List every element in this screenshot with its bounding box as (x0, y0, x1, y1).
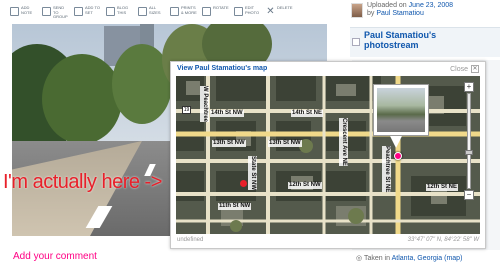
satellite-map (176, 76, 480, 234)
edit-icon (234, 7, 243, 16)
group-icon (42, 7, 51, 16)
photo-toolbar: Add Note Send to Group Add to Set Blog This… (10, 5, 296, 24)
street-label-14th: 14th St NW (210, 110, 244, 117)
sizes-icon (138, 7, 147, 16)
map-coordinates: 33°47' 07" N, 84°22' 58" W (407, 237, 479, 243)
close-label: Close (450, 65, 468, 73)
photostream-panel: Paul Stamatiou's photostream (350, 27, 500, 57)
toolbar-item-prints[interactable]: Prints & More (170, 5, 197, 24)
photostream-title-line2: photostream (364, 40, 419, 50)
zoom-slider-knob[interactable] (465, 150, 473, 155)
location-pin-icon[interactable] (394, 152, 402, 160)
street-label-13th-b: 13th St NW (268, 140, 302, 147)
map-area[interactable]: 14th St NW 14th St NE 13th St NW 13th St… (176, 76, 480, 234)
rotate-icon (202, 7, 211, 16)
taken-in-icon: ◎ (356, 255, 363, 262)
toolbar-item-label: Delete (277, 5, 293, 10)
map-popup: View Paul Stamatiou's map Close ✕ 14th S… (170, 61, 486, 249)
toolbar-item-label: Add Note (21, 5, 33, 15)
toolbar-item-set[interactable]: Add to Set (74, 5, 101, 24)
thumbnail-pointer (390, 136, 402, 148)
photostream-title-line1: Paul Stamatiou's (364, 30, 437, 40)
toolbar-item-label: Rotate (213, 5, 229, 10)
map-footer-status: undefined (177, 237, 204, 243)
street-label-spring: W Peachtree (200, 86, 209, 123)
toolbar-item-label: Blog This (117, 5, 129, 15)
zoom-slider[interactable] (465, 93, 473, 189)
street-label-12th: 12th St NW (288, 182, 322, 189)
uploaded-on-label: Uploaded on (367, 2, 407, 9)
street-label-14th-ne: 14th St NE (291, 110, 324, 117)
avatar[interactable] (351, 3, 363, 18)
toolbar-item-label: Prints & More (181, 5, 197, 15)
street-label-11th: 11th St NW (218, 203, 252, 210)
street-label-crescent: Crescent Ave NE (339, 118, 348, 166)
upload-info: Uploaded on June 23, 2008 by Paul Stamat… (367, 2, 453, 18)
toolbar-item-note[interactable]: Add Note (10, 5, 37, 24)
author-link[interactable]: Paul Stamatiou (376, 10, 423, 17)
photo-thumbnail[interactable] (373, 84, 429, 136)
toolbar-item-label: All Sizes (149, 5, 161, 15)
toolbar-item-label: Send to Group (53, 5, 68, 19)
note-icon (10, 7, 19, 16)
by-label: by (367, 10, 375, 17)
zoom-in-icon[interactable]: + (464, 82, 474, 92)
toolbar-item-delete[interactable]: ✕ Delete (266, 5, 293, 24)
annotation-dot (240, 180, 247, 187)
blog-icon (106, 7, 115, 16)
toolbar-item-rotate[interactable]: Rotate (202, 5, 229, 24)
toolbar-item-blog[interactable]: Blog This (106, 5, 133, 24)
close-button[interactable]: Close ✕ (450, 65, 479, 73)
toolbar-item-label: Add to Set (85, 5, 100, 15)
zoom-control[interactable]: + − (464, 82, 474, 202)
map-link[interactable]: (map) (444, 255, 462, 262)
toolbar-item-label: Edit Photo (245, 5, 260, 15)
delete-icon: ✕ (266, 6, 275, 17)
taken-in-label: Taken in (363, 255, 391, 262)
stream-toggle-icon[interactable] (352, 38, 360, 46)
flickr-photo-page: { "toolbar": { "items": [ {"icon": "note… (0, 0, 500, 264)
toolbar-item-edit[interactable]: Edit Photo (234, 5, 261, 24)
street-label-peachtree: Peachtree St NE (382, 146, 391, 193)
street-label-13th: 13th St NW (212, 140, 246, 147)
set-icon (74, 7, 83, 16)
add-comment-link[interactable]: Add your comment (13, 251, 97, 262)
location-link[interactable]: Atlanta, Georgia (392, 255, 443, 262)
upload-date-link[interactable]: June 23, 2008 (409, 2, 453, 9)
photostream-title[interactable]: Paul Stamatiou's photostream (364, 30, 436, 50)
prints-icon (170, 7, 179, 16)
close-icon: ✕ (471, 65, 479, 73)
route-shield-icon: 19 (182, 106, 191, 114)
taken-in: ◎ Taken in Atlanta, Georgia (map) (356, 254, 462, 262)
street-label-12th-ne: 12th St NE (426, 184, 459, 191)
toolbar-item-group[interactable]: Send to Group (42, 5, 69, 24)
street-label-state: State St NW (248, 156, 257, 191)
zoom-out-icon[interactable]: − (464, 190, 474, 200)
annotation-text: I'm actually here -> (3, 171, 162, 193)
toolbar-item-sizes[interactable]: All Sizes (138, 5, 165, 24)
map-title-link[interactable]: View Paul Stamatiou's map (177, 65, 267, 72)
